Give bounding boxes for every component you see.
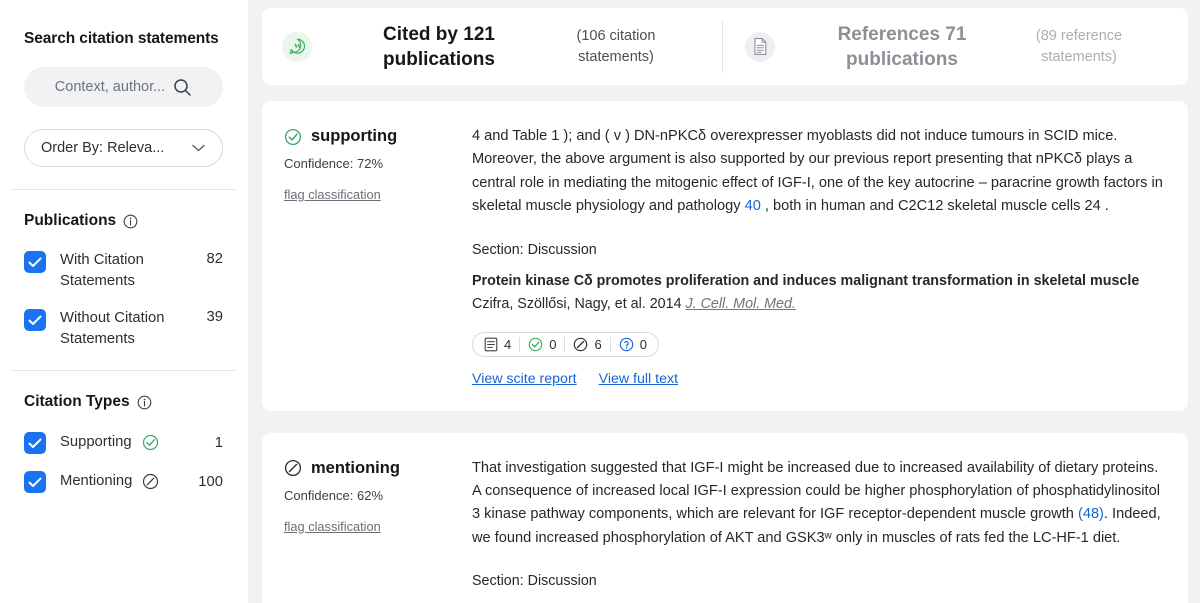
slash-circle-icon <box>573 337 588 352</box>
filter-mentioning[interactable]: Mentioning 100 <box>24 470 223 493</box>
filter-supporting[interactable]: Supporting 1 <box>24 431 223 454</box>
filter-count: 1 <box>214 435 223 451</box>
main-content: Cited by 121 publications (106 citation … <box>248 0 1200 603</box>
citation-meta: mentioning Confidence: 62% flag classifi… <box>284 457 466 593</box>
slash-circle-icon <box>142 473 159 490</box>
citation-body: That investigation suggested that IGF-I … <box>466 457 1164 593</box>
badge-count: 0 <box>549 336 557 352</box>
badge-supporting[interactable]: 0 <box>520 337 564 352</box>
question-circle-icon <box>619 337 634 352</box>
badge-mentioning[interactable]: 6 <box>565 337 609 352</box>
search-placeholder: Context, author... <box>54 79 166 95</box>
filter-count: 39 <box>206 309 223 325</box>
view-full-text-link[interactable]: View full text <box>599 371 678 387</box>
confidence-text: Confidence: 62% <box>284 487 384 503</box>
checkbox-checked-icon[interactable] <box>24 432 46 454</box>
filter-with-citation-statements[interactable]: With Citation Statements 82 <box>24 250 223 292</box>
citation-meta: supporting Confidence: 72% flag classifi… <box>284 125 466 387</box>
citation-types-heading-label: Citation Types <box>24 393 130 410</box>
search-input[interactable]: Context, author... <box>24 67 223 107</box>
header-divider <box>722 20 723 73</box>
filter-label: Without Citation Statements <box>60 310 165 347</box>
section-label: Section: Discussion <box>472 241 597 258</box>
badge-count: 6 <box>594 336 602 352</box>
publication-authors: Czifra, Szöllősi, Nagy, et al. 2014 <box>472 295 686 312</box>
badge-citing-publications[interactable]: 4 <box>482 337 519 352</box>
publications-heading-label: Publications <box>24 212 117 229</box>
publication-title[interactable]: Protein kinase Cδ promotes proliferation… <box>472 273 1139 289</box>
publications-heading: Publications <box>24 212 223 230</box>
confidence-text: Confidence: 72% <box>284 156 384 171</box>
badge-unclassified[interactable]: 0 <box>611 337 649 352</box>
view-scite-report-link[interactable]: View scite report <box>472 371 577 387</box>
checkbox-checked-icon[interactable] <box>24 251 46 273</box>
filter-label: Supporting <box>60 434 132 450</box>
document-lines-icon <box>484 337 498 352</box>
quote-bubble-icon <box>282 31 312 62</box>
order-by-select[interactable]: Order By: Releva... <box>24 129 223 167</box>
app-root: Search citation statements Context, auth… <box>0 0 1200 603</box>
info-icon[interactable] <box>137 395 152 410</box>
filters-sidebar: Search citation statements Context, auth… <box>0 0 248 603</box>
references-title: References 71 publications <box>837 23 967 70</box>
citation-types-heading: Citation Types <box>24 393 223 411</box>
citation-links: View scite report View full text <box>472 371 1164 387</box>
filter-count: 100 <box>198 474 223 490</box>
document-icon <box>745 31 775 62</box>
badge-count: 4 <box>504 336 512 352</box>
slash-circle-icon <box>284 459 302 477</box>
filter-count: 82 <box>206 251 223 267</box>
citation-body: 4 and Table 1 ); and ( v ) DN-nPKCδ over… <box>466 125 1164 387</box>
publication-reference: Protein kinase Cδ promotes proliferation… <box>472 270 1164 316</box>
search-section-title: Search citation statements <box>24 30 219 47</box>
check-circle-icon <box>528 337 543 352</box>
badge-count: 0 <box>639 336 647 352</box>
order-by-label: Order By: Releva... <box>41 140 165 156</box>
filter-without-citation-statements[interactable]: Without Citation Statements 39 <box>24 308 223 350</box>
citation-type-label: supporting <box>311 127 398 145</box>
references-subtitle: (89 reference statements) <box>1035 27 1123 65</box>
check-circle-icon <box>142 434 159 451</box>
info-icon[interactable] <box>123 214 138 229</box>
section-label: Section: Discussion <box>472 573 597 590</box>
citation-snippet: That investigation suggested that IGF-I … <box>472 457 1164 551</box>
citation-type-label: mentioning <box>311 458 400 477</box>
filter-label: With Citation Statements <box>60 252 144 289</box>
search-icon[interactable] <box>173 78 192 97</box>
cited-by-subtitle: (106 citation statements) <box>576 27 656 65</box>
search-section: Search citation statements Context, auth… <box>0 0 247 189</box>
filter-label: Mentioning <box>60 473 133 489</box>
snippet-text-post: , both in human and C2C12 skeletal muscl… <box>760 198 1109 215</box>
summary-header: Cited by 121 publications (106 citation … <box>262 8 1188 85</box>
flag-classification-link[interactable]: flag classification <box>284 187 381 202</box>
citation-type: mentioning <box>284 459 466 478</box>
citation-types-filter-section: Citation Types Supporting 1 Mentioning 1… <box>0 371 247 493</box>
checkbox-checked-icon[interactable] <box>24 471 46 493</box>
flag-classification-link[interactable]: flag classification <box>284 519 381 534</box>
checkbox-checked-icon[interactable] <box>24 309 46 331</box>
snippet-reference-link[interactable]: 40 <box>745 198 761 214</box>
publication-journal[interactable]: J. Cell. Mol. Med. <box>686 296 796 312</box>
check-circle-icon <box>284 128 302 146</box>
cited-by-title: Cited by 121 publications <box>383 23 495 70</box>
citation-badges: 4 0 6 0 <box>472 331 659 357</box>
citation-snippet: 4 and Table 1 ); and ( v ) DN-nPKCδ over… <box>472 125 1164 219</box>
chevron-down-icon[interactable] <box>191 143 206 153</box>
citation-card: mentioning Confidence: 62% flag classifi… <box>262 432 1188 603</box>
publications-filter-section: Publications With Citation Statements 82… <box>0 190 247 350</box>
snippet-text-pre: That investigation suggested that IGF-I … <box>472 459 1160 523</box>
citation-card: supporting Confidence: 72% flag classifi… <box>262 101 1188 411</box>
snippet-reference-link[interactable]: (48) <box>1078 506 1104 522</box>
citation-type: supporting <box>284 127 466 146</box>
